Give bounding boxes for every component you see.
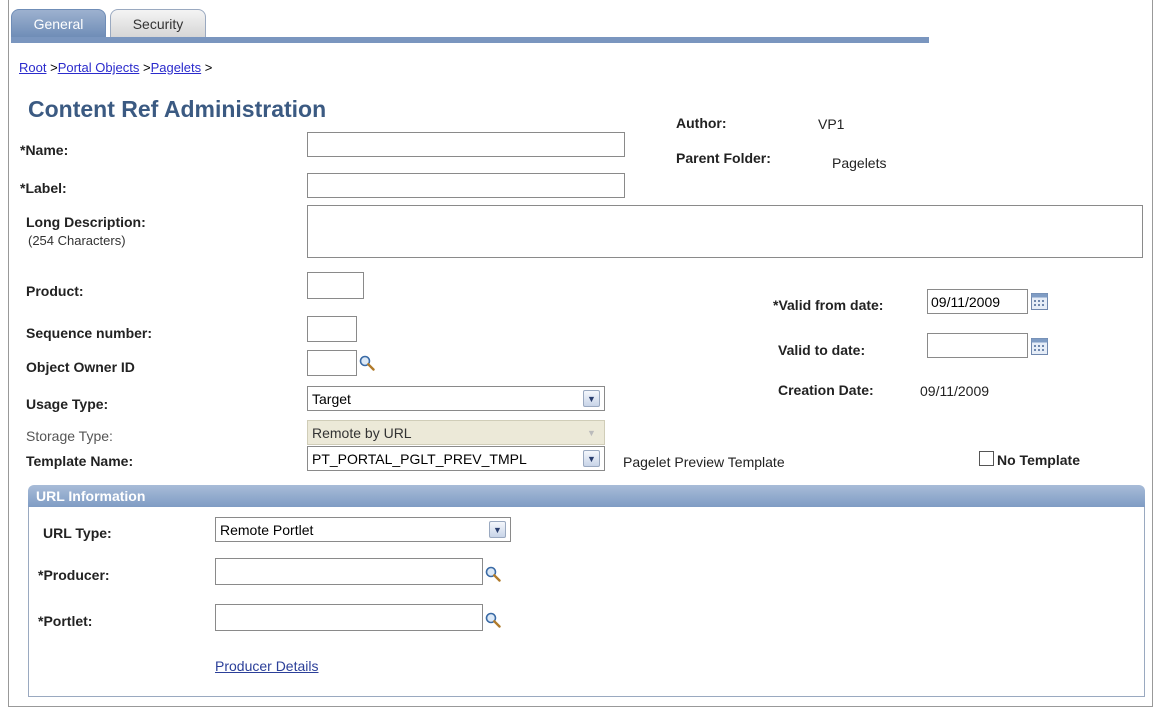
url-type-label: URL Type: xyxy=(43,525,112,541)
chevron-down-icon: ▼ xyxy=(583,424,600,441)
chevron-down-icon: ▼ xyxy=(583,390,600,407)
creation-date-value: 09/11/2009 xyxy=(920,383,990,399)
portlet-label: *Portlet: xyxy=(38,613,93,629)
storage-type-value: Remote by URL xyxy=(312,424,412,441)
tab-security[interactable]: Security xyxy=(110,9,206,37)
breadcrumb-root-link[interactable]: Root xyxy=(19,60,46,75)
portlet-lookup-search-icon[interactable] xyxy=(485,612,501,628)
author-value: VP1 xyxy=(818,116,845,132)
breadcrumb-portal-objects-link[interactable]: Portal Objects xyxy=(58,60,140,75)
label-input[interactable] xyxy=(307,173,625,198)
parent-folder-label: Parent Folder: xyxy=(676,150,771,166)
usage-type-value: Target xyxy=(312,390,351,407)
name-label: *Name: xyxy=(20,142,69,158)
valid-from-date-label: *Valid from date: xyxy=(773,297,884,313)
creation-date-label: Creation Date: xyxy=(778,382,874,398)
producer-input[interactable] xyxy=(215,558,483,585)
owner-lookup-search-icon[interactable] xyxy=(359,355,375,371)
usage-type-label: Usage Type: xyxy=(26,396,109,412)
template-name-select[interactable]: PT_PORTAL_PGLT_PREV_TMPL ▼ xyxy=(307,446,605,471)
no-template-checkbox[interactable] xyxy=(979,451,994,466)
valid-to-date-label: Valid to date: xyxy=(778,342,866,358)
breadcrumb-pagelets-link[interactable]: Pagelets xyxy=(151,60,202,75)
breadcrumb-separator: > xyxy=(201,60,213,75)
long-description-textarea[interactable] xyxy=(307,205,1143,258)
url-information-header: URL Information xyxy=(28,485,1145,507)
producer-label: *Producer: xyxy=(38,567,110,583)
product-input[interactable] xyxy=(307,272,364,299)
name-input[interactable] xyxy=(307,132,625,157)
template-name-value: PT_PORTAL_PGLT_PREV_TMPL xyxy=(312,450,527,467)
valid-to-date-input[interactable] xyxy=(927,333,1028,358)
sequence-number-label: Sequence number: xyxy=(26,325,153,341)
no-template-label: No Template xyxy=(997,452,1080,468)
tab-general[interactable]: General xyxy=(11,9,106,37)
object-owner-id-input[interactable] xyxy=(307,350,357,376)
url-type-select[interactable]: Remote Portlet ▼ xyxy=(215,517,511,542)
breadcrumb: Root >Portal Objects >Pagelets > xyxy=(19,60,212,75)
storage-type-label: Storage Type: xyxy=(26,428,113,444)
breadcrumb-separator: > xyxy=(46,60,58,75)
parent-folder-value: Pagelets xyxy=(832,155,887,171)
storage-type-select: Remote by URL ▼ xyxy=(307,420,605,445)
template-name-label: Template Name: xyxy=(26,453,134,469)
chevron-down-icon: ▼ xyxy=(583,450,600,467)
sequence-number-input[interactable] xyxy=(307,316,357,342)
tab-underline xyxy=(11,37,929,43)
chevron-down-icon: ▼ xyxy=(489,521,506,538)
url-type-value: Remote Portlet xyxy=(220,521,314,538)
label-label: *Label: xyxy=(20,180,67,196)
calendar-icon[interactable] xyxy=(1031,338,1048,355)
valid-from-date-input[interactable] xyxy=(927,289,1028,314)
page-title: Content Ref Administration xyxy=(28,96,327,122)
usage-type-select[interactable]: Target ▼ xyxy=(307,386,605,411)
author-label: Author: xyxy=(676,115,727,131)
producer-lookup-search-icon[interactable] xyxy=(485,566,501,582)
portlet-input[interactable] xyxy=(215,604,483,631)
producer-details-link[interactable]: Producer Details xyxy=(215,658,319,674)
long-description-label: Long Description: xyxy=(26,214,146,230)
object-owner-id-label: Object Owner ID xyxy=(26,359,135,375)
url-information-panel xyxy=(28,507,1145,697)
long-description-hint: (254 Characters) xyxy=(28,233,126,248)
template-description: Pagelet Preview Template xyxy=(623,454,785,470)
calendar-icon[interactable] xyxy=(1031,293,1048,310)
breadcrumb-separator: > xyxy=(139,60,151,75)
product-label: Product: xyxy=(26,283,84,299)
